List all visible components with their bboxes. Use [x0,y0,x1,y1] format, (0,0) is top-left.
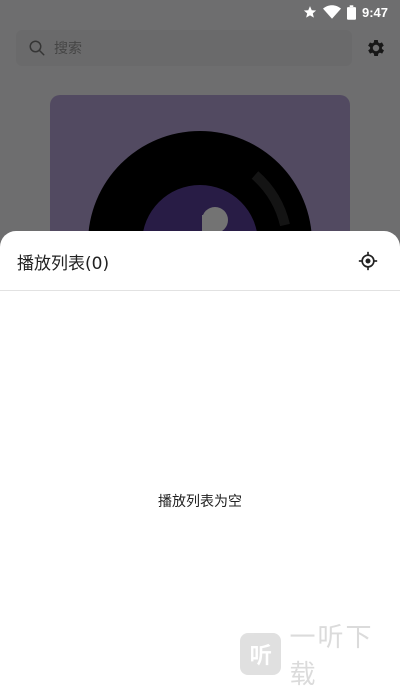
empty-playlist-message: 播放列表为空 [158,494,242,510]
status-time: 9:47 [361,4,388,20]
playlist-sheet: 播放列表(0) 播放列表为空 [0,231,400,661]
wifi-icon [322,5,341,19]
battery-icon [346,4,356,20]
watermark: 听 一听下载 [240,617,400,691]
locate-button[interactable] [356,249,380,273]
playlist-title: 播放列表(0) [17,254,110,274]
star-icon [303,6,317,18]
status-bar: 9:47 [0,0,400,24]
playlist-sheet-header: 播放列表(0) [0,231,400,291]
locate-icon [358,251,378,271]
watermark-text: 一听下载 [289,623,374,690]
watermark-logo: 听 [240,633,282,675]
